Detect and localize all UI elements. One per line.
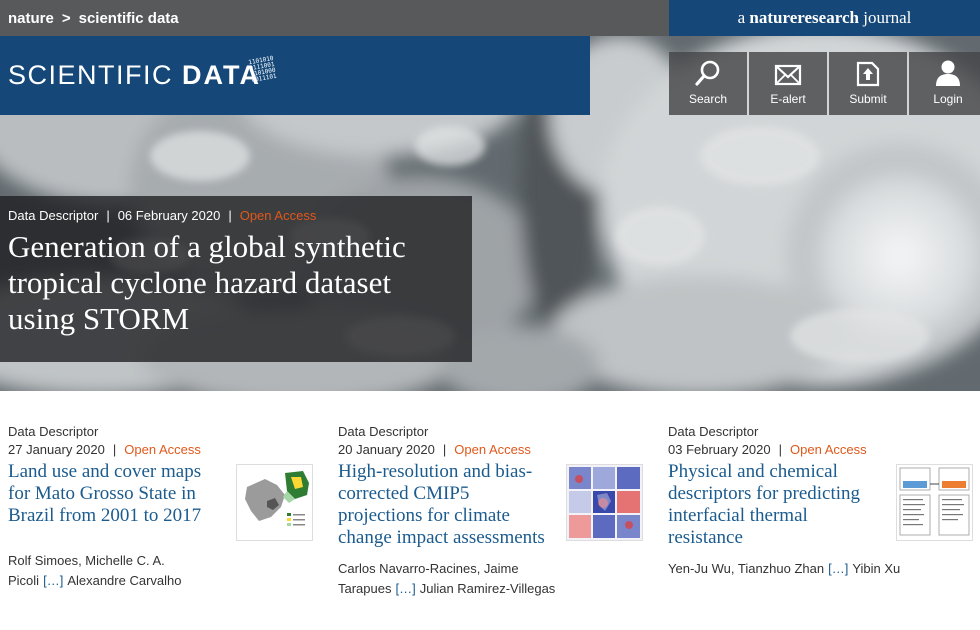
search-label: Search (688, 92, 728, 106)
article-meta: 20 January 2020 | Open Access (338, 442, 643, 457)
author-names-last: Alexandre Carvalho (67, 573, 182, 588)
search-button[interactable]: Search (669, 52, 747, 115)
open-access-badge: Open Access (454, 442, 531, 457)
search-icon (695, 60, 720, 86)
user-icon (936, 60, 960, 86)
open-access-badge: Open Access (790, 442, 867, 457)
article-authors: Rolf Simoes, Michelle C. A. Picoli […] Ale… (8, 551, 228, 591)
binary-digits-icon: 1101010 0111001 1101000 0011101 (247, 55, 278, 85)
article-authors: Carlos Navarro-Racines, Jaime Tarapues […… (338, 559, 558, 599)
article-thumbnail-workflow-diagram[interactable] (896, 464, 973, 541)
article-title-link[interactable]: Physical and chemical descriptors for pr… (668, 461, 886, 549)
scientific-data-logo[interactable]: SCIENTIFIC DATA (8, 60, 261, 91)
logo-text-light: SCIENTIFIC (8, 60, 183, 90)
article-date: 06 February 2020 (117, 208, 221, 223)
login-button[interactable]: Login (909, 52, 980, 115)
meta-divider: | (442, 442, 447, 457)
more-authors-toggle[interactable]: […] (828, 561, 848, 576)
site-logo-panel[interactable]: SCIENTIFIC DATA 1101010 0111001 1101000 001… (0, 36, 590, 115)
journal-prefix: a (737, 8, 746, 27)
article-thumbnail-map[interactable] (236, 464, 313, 541)
more-authors-toggle[interactable]: […] (395, 581, 415, 596)
upload-icon (856, 61, 880, 87)
article-meta: 03 February 2020 | Open Access (668, 442, 973, 457)
article-type: Data Descriptor (8, 208, 99, 223)
meta-divider: | (228, 208, 232, 223)
article-type: Data Descriptor (668, 424, 759, 439)
submit-button[interactable]: Submit (829, 52, 907, 115)
envelope-icon (774, 64, 802, 86)
breadcrumb-nature-link[interactable]: nature (8, 10, 54, 27)
article-type: Data Descriptor (338, 424, 429, 439)
article-type: Data Descriptor (8, 424, 99, 439)
article-card: Data Descriptor 27 January 2020 | Open Acc… (8, 424, 313, 591)
e-alert-label: E-alert (770, 92, 806, 106)
article-title-link[interactable]: Land use and cover maps for Mato Grosso … (8, 461, 226, 541)
more-authors-toggle[interactable]: […] (43, 573, 63, 588)
submit-label: Submit (849, 92, 887, 106)
meta-divider: | (106, 208, 110, 223)
nature-research-journal-banner[interactable]: a natureresearch journal (669, 0, 980, 36)
article-body: Land use and cover maps for Mato Grosso … (8, 461, 313, 541)
author-names: Yen-Ju Wu, Tianzhuo Zhan (668, 561, 825, 576)
breadcrumb: nature > scientific data (8, 0, 179, 36)
featured-article-meta: Data Descriptor | 06 February 2020 | Open Ac… (8, 208, 464, 223)
article-body: High-resolution and bias-corrected CMIP5… (338, 461, 643, 549)
author-names-last: Julian Ramirez-Villegas (419, 581, 556, 596)
journal-suffix: journal (863, 8, 912, 27)
article-date: 03 February 2020 (668, 442, 771, 457)
article-title-link[interactable]: High-resolution and bias-corrected CMIP5… (338, 461, 556, 549)
article-date: 20 January 2020 (338, 442, 435, 457)
breadcrumb-scientific-data-link[interactable]: scientific data (79, 10, 179, 27)
e-alert-button[interactable]: E-alert (749, 52, 827, 115)
featured-article-overlay: Data Descriptor | 06 February 2020 | Open Ac… (0, 196, 472, 362)
article-thumbnail-climate-maps[interactable] (566, 464, 643, 541)
article-card: Data Descriptor 03 February 2020 | Open Ac… (668, 424, 973, 579)
article-card: Data Descriptor 20 January 2020 | Open Acc… (338, 424, 643, 599)
article-authors: Yen-Ju Wu, Tianzhuo Zhan […] Yibin Xu (668, 559, 973, 579)
author-names-last: Yibin Xu (852, 561, 901, 576)
article-body: Physical and chemical descriptors for pr… (668, 461, 973, 549)
natureresearch-wordmark: natureresearch (749, 8, 859, 27)
open-access-badge: Open Access (124, 442, 201, 457)
meta-divider: | (112, 442, 117, 457)
article-date: 27 January 2020 (8, 442, 105, 457)
open-access-badge: Open Access (239, 208, 317, 223)
header-toolbar: Search E-alert Submit Login (669, 52, 980, 115)
featured-article-title-link[interactable]: Generation of a global synthetic tropica… (8, 229, 464, 337)
meta-divider: | (778, 442, 783, 457)
article-meta: 27 January 2020 | Open Access (8, 442, 313, 457)
login-label: Login (933, 92, 963, 106)
breadcrumb-separator: > (61, 9, 71, 27)
